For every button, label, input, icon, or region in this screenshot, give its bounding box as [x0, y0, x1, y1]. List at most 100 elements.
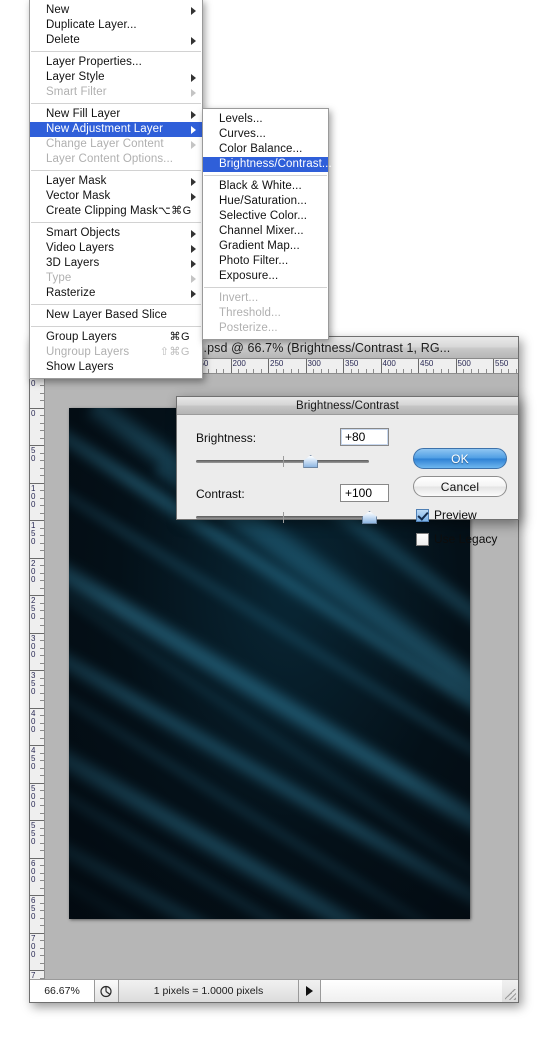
menu-item-label: Black & White...: [219, 180, 302, 192]
menu-item-shortcut: ⇧⌘G: [159, 346, 190, 358]
menu-item-label: Rasterize: [46, 287, 96, 299]
menu-item-label: New Fill Layer: [46, 108, 121, 120]
triangle-right-icon: [306, 986, 313, 996]
ruler-tick-label: 450: [31, 746, 36, 771]
adjustment-item-levels[interactable]: Levels...: [203, 112, 328, 127]
zoom-level-field[interactable]: 66.67%: [30, 980, 95, 1002]
menu-item-label: Threshold...: [219, 307, 281, 319]
brightness-slider[interactable]: [196, 455, 369, 469]
adjustment-item-black-white[interactable]: Black & White...: [203, 179, 328, 194]
brightness-label: Brightness:: [196, 431, 257, 445]
menu-item-label: Color Balance...: [219, 143, 303, 155]
ruler-tick-label: 650: [31, 896, 36, 921]
chevron-right-icon: [191, 140, 196, 149]
layer-menu-item-delete[interactable]: Delete: [30, 33, 202, 48]
layer-menu-item-vector-mask[interactable]: Vector Mask: [30, 189, 202, 204]
ruler-tick-label: 400: [382, 359, 396, 368]
contrast-input[interactable]: +100: [340, 484, 389, 502]
layer-menu-item-new-layer-based-slice[interactable]: New Layer Based Slice: [30, 308, 202, 323]
menu-item-label: Ungroup Layers: [46, 346, 130, 358]
ruler-tick-label: 300: [307, 359, 321, 368]
adjustment-item-exposure[interactable]: Exposure...: [203, 269, 328, 284]
menu-separator: [204, 287, 327, 288]
ruler-tick-label: 150: [31, 521, 36, 546]
menu-item-label: Brightness/Contrast...: [219, 158, 332, 170]
menu-item-label: Photo Filter...: [219, 255, 289, 267]
layer-menu-item-duplicate-layer[interactable]: Duplicate Layer...: [30, 18, 202, 33]
menu-separator: [31, 222, 201, 223]
adjustment-item-invert: Invert...: [203, 291, 328, 306]
layer-menu-item-new-fill-layer[interactable]: New Fill Layer: [30, 107, 202, 122]
chevron-right-icon: [191, 36, 196, 45]
chevron-right-icon: [191, 88, 196, 97]
menu-item-label: Exposure...: [219, 270, 279, 282]
ruler-tick-label: 400: [31, 708, 36, 734]
adjustment-item-gradient-map[interactable]: Gradient Map...: [203, 239, 328, 254]
dialog-titlebar[interactable]: Brightness/Contrast: [177, 397, 518, 415]
ruler-tick-label: 300: [31, 633, 36, 659]
menu-item-label: Gradient Map...: [219, 240, 300, 252]
contrast-slider[interactable]: [196, 511, 377, 525]
menu-item-label: New Layer Based Slice: [46, 309, 167, 321]
adjustment-item-selective-color[interactable]: Selective Color...: [203, 209, 328, 224]
ruler-tick-label: 0: [31, 408, 36, 418]
layer-menu-item-video-layers[interactable]: Video Layers: [30, 241, 202, 256]
menu-item-label: Layer Mask: [46, 175, 107, 187]
menu-item-label: Hue/Saturation...: [219, 195, 308, 207]
adjustment-item-photo-filter[interactable]: Photo Filter...: [203, 254, 328, 269]
layer-menu-item-layer-style[interactable]: Layer Style: [30, 70, 202, 85]
layer-menu[interactable]: New Duplicate Layer... Delete Layer Propert…: [29, 0, 203, 379]
menu-item-shortcut: ⌘G: [169, 331, 190, 343]
contrast-slider-knob[interactable]: [362, 511, 377, 524]
adjustment-item-color-balance[interactable]: Color Balance...: [203, 142, 328, 157]
menu-item-label: Invert...: [219, 292, 259, 304]
layer-menu-item-layer-properties[interactable]: Layer Properties...: [30, 55, 202, 70]
menu-separator: [31, 170, 201, 171]
contrast-slider-midtick: [282, 512, 284, 523]
ruler-tick-label: 500: [457, 359, 471, 368]
magnifier-icon[interactable]: [95, 980, 119, 1002]
new-adjustment-layer-submenu[interactable]: Levels... Curves... Color Balance... Bright…: [202, 108, 332, 340]
adjustment-item-hue-saturation[interactable]: Hue/Saturation...: [203, 194, 328, 209]
ok-button[interactable]: OK: [413, 448, 507, 469]
menu-item-label: New Adjustment Layer: [46, 123, 164, 135]
ruler-tick-label: 450: [420, 359, 434, 368]
use-legacy-checkbox[interactable]: Use Legacy: [416, 532, 497, 546]
brightness-input[interactable]: +80: [340, 428, 389, 446]
ruler-tick-label: 200: [232, 359, 246, 368]
menu-item-label: Layer Style: [46, 71, 105, 83]
layer-menu-item-new-adjustment-layer[interactable]: New Adjustment Layer: [30, 122, 202, 137]
menu-item-label: Posterize...: [219, 322, 278, 334]
brightness-slider-knob[interactable]: [303, 455, 319, 468]
layer-menu-item-3d-layers[interactable]: 3D Layers: [30, 256, 202, 271]
status-bar-filler: [321, 980, 502, 1002]
chevron-right-icon: [191, 229, 196, 238]
status-menu-button[interactable]: [299, 980, 321, 1002]
adjustment-item-channel-mixer[interactable]: Channel Mixer...: [203, 224, 328, 239]
layer-menu-item-new[interactable]: New: [30, 3, 202, 18]
cancel-button[interactable]: Cancel: [413, 476, 507, 497]
brightness-contrast-dialog[interactable]: Brightness/Contrast Brightness: +80 Cont…: [176, 396, 519, 546]
layer-menu-item-group-layers[interactable]: Group Layers ⌘G: [30, 330, 202, 345]
adjustment-item-brightness-contrast[interactable]: Brightness/Contrast...: [203, 157, 332, 172]
layer-menu-item-rasterize[interactable]: Rasterize: [30, 286, 202, 301]
layer-menu-item-create-clipping-mask[interactable]: Create Clipping Mask ⌥⌘G: [30, 204, 202, 219]
preview-checkbox[interactable]: Preview: [416, 508, 477, 522]
menu-item-shortcut: ⌥⌘G: [157, 205, 192, 217]
menu-item-label: Video Layers: [46, 242, 115, 254]
menu-item-label: Smart Filter: [46, 86, 107, 98]
chevron-right-icon: [191, 289, 196, 298]
ruler-tick-label: 550: [495, 359, 509, 368]
layer-menu-item-layer-mask[interactable]: Layer Mask: [30, 174, 202, 189]
status-bar[interactable]: 66.67% 1 pixels = 1.0000 pixels: [30, 979, 518, 1002]
adjustment-item-curves[interactable]: Curves...: [203, 127, 328, 142]
layer-menu-item-show-layers[interactable]: Show Layers: [30, 360, 202, 375]
ruler-tick-label: 200: [31, 558, 36, 584]
layer-menu-item-smart-objects[interactable]: Smart Objects: [30, 226, 202, 241]
layer-menu-item-ungroup-layers: Ungroup Layers ⇧⌘G: [30, 345, 202, 360]
menu-separator: [204, 175, 327, 176]
vertical-ruler[interactable]: 5005010015020025030035040045050055060065…: [30, 374, 45, 979]
resize-grip[interactable]: [502, 980, 518, 1002]
menu-item-label: New: [46, 4, 70, 16]
ruler-tick-label: 250: [31, 596, 36, 621]
